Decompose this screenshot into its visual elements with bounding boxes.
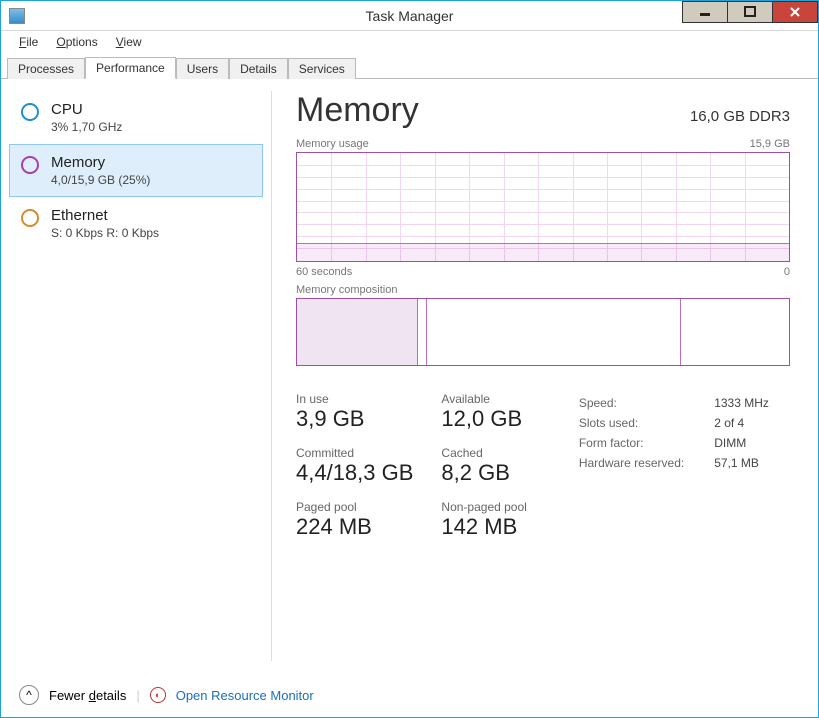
app-icon <box>9 8 25 24</box>
open-resource-monitor-link[interactable]: Open Resource Monitor <box>176 688 314 703</box>
tab-services[interactable]: Services <box>288 58 356 79</box>
hw-speed: 1333 MHz <box>714 394 769 412</box>
sidebar-item-cpu[interactable]: CPU 3% 1,70 GHz <box>1 91 271 144</box>
hw-reserved: 57,1 MB <box>714 454 769 472</box>
task-manager-window: Task Manager File Options View Processes… <box>0 0 819 718</box>
usage-fill <box>297 243 789 261</box>
menu-view[interactable]: View <box>108 33 150 51</box>
usage-chart-time: 60 seconds 0 <box>296 266 790 278</box>
stat-cached: Cached 8,2 GB <box>441 446 526 486</box>
titlebar[interactable]: Task Manager <box>1 1 818 31</box>
comp-free <box>681 299 789 365</box>
sidebar-item-memory[interactable]: Memory 4,0/15,9 GB (25%) <box>9 144 263 197</box>
usage-max: 15,9 GB <box>750 138 790 150</box>
memory-icon <box>21 156 39 174</box>
page-title: Memory <box>296 91 419 130</box>
close-button[interactable] <box>772 1 818 23</box>
menubar: File Options View <box>1 31 818 53</box>
window-controls <box>683 1 818 23</box>
hw-slots: 2 of 4 <box>714 414 769 432</box>
chevron-up-icon[interactable]: ^ <box>19 685 39 705</box>
tabbar: Processes Performance Users Details Serv… <box>1 55 818 79</box>
tab-performance[interactable]: Performance <box>85 57 176 79</box>
stats-left: In use 3,9 GB Available 12,0 GB Committe… <box>296 392 527 540</box>
composition-label-row: Memory composition <box>296 284 790 296</box>
content: CPU 3% 1,70 GHz Memory 4,0/15,9 GB (25%)… <box>1 79 818 673</box>
stat-paged: Paged pool 224 MB <box>296 500 413 540</box>
tab-users[interactable]: Users <box>176 58 229 79</box>
sidebar: CPU 3% 1,70 GHz Memory 4,0/15,9 GB (25%)… <box>1 79 271 673</box>
sidebar-cpu-sub: 3% 1,70 GHz <box>51 120 122 134</box>
comp-standby <box>427 299 680 365</box>
stat-inuse: In use 3,9 GB <box>296 392 413 432</box>
stats: In use 3,9 GB Available 12,0 GB Committe… <box>296 392 790 540</box>
menu-file[interactable]: File <box>11 33 46 51</box>
sidebar-ethernet-sub: S: 0 Kbps R: 0 Kbps <box>51 226 159 240</box>
resource-monitor-icon: ◐ <box>150 687 166 703</box>
sidebar-cpu-title: CPU <box>51 101 122 118</box>
hardware-table: Speed:1333 MHz Slots used:2 of 4 Form fa… <box>577 392 771 474</box>
footer: ^ Fewer details | ◐ Open Resource Monito… <box>1 673 818 717</box>
separator: | <box>136 688 139 703</box>
ethernet-icon <box>21 209 39 227</box>
sidebar-ethernet-title: Ethernet <box>51 207 159 224</box>
cpu-icon <box>21 103 39 121</box>
stat-committed: Committed 4,4/18,3 GB <box>296 446 413 486</box>
stat-nonpaged: Non-paged pool 142 MB <box>441 500 526 540</box>
sidebar-item-ethernet[interactable]: Ethernet S: 0 Kbps R: 0 Kbps <box>1 197 271 250</box>
minimize-button[interactable] <box>682 1 728 23</box>
main-panel: Memory 16,0 GB DDR3 Memory usage 15,9 GB… <box>272 79 818 673</box>
composition-label: Memory composition <box>296 284 397 296</box>
memory-capacity: 16,0 GB DDR3 <box>690 108 790 125</box>
comp-modified <box>418 299 428 365</box>
time-right: 0 <box>784 266 790 278</box>
tab-details[interactable]: Details <box>229 58 288 79</box>
sidebar-memory-title: Memory <box>51 154 150 171</box>
menu-options[interactable]: Options <box>48 33 105 51</box>
time-left: 60 seconds <box>296 266 352 278</box>
tab-processes[interactable]: Processes <box>7 58 85 79</box>
fewer-details-link[interactable]: Fewer details <box>49 688 126 703</box>
maximize-button[interactable] <box>727 1 773 23</box>
memory-composition-chart[interactable] <box>296 298 790 366</box>
stats-right: Speed:1333 MHz Slots used:2 of 4 Form fa… <box>577 392 771 540</box>
hw-form: DIMM <box>714 434 769 452</box>
memory-usage-chart[interactable] <box>296 152 790 262</box>
comp-inuse <box>297 299 418 365</box>
sidebar-memory-sub: 4,0/15,9 GB (25%) <box>51 173 150 187</box>
usage-chart-labels: Memory usage 15,9 GB <box>296 138 790 150</box>
stat-available: Available 12,0 GB <box>441 392 526 432</box>
usage-label: Memory usage <box>296 138 369 150</box>
main-header: Memory 16,0 GB DDR3 <box>296 91 790 130</box>
